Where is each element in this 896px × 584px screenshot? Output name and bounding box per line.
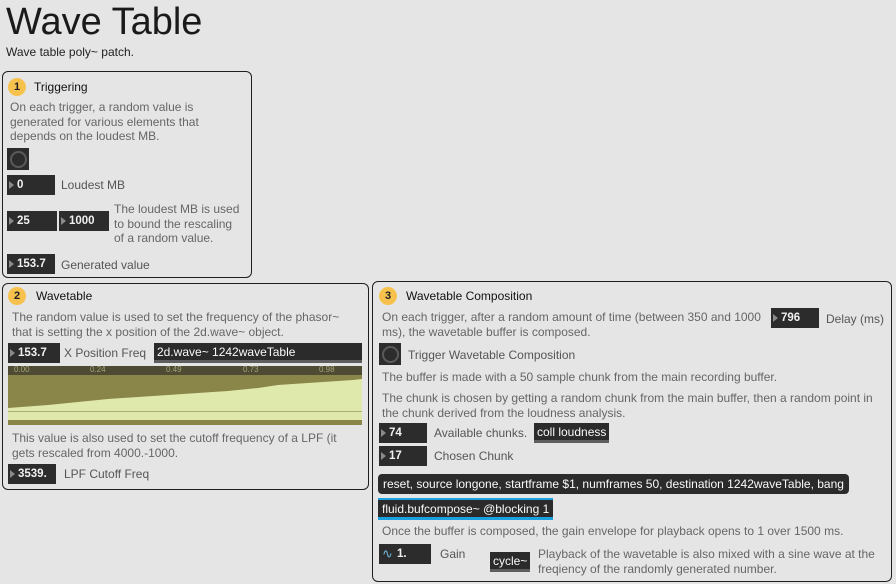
loudest-mb-number[interactable]: 0	[7, 175, 55, 195]
trigger-bang-button[interactable]	[7, 148, 29, 170]
delay-label: Delay (ms)	[826, 312, 885, 326]
panel-description: On each trigger, a random value is gener…	[10, 100, 199, 143]
waveform	[8, 379, 362, 420]
panel-title: Wavetable	[36, 289, 93, 303]
chunk-description: The chunk is chosen by getting a random …	[382, 391, 873, 420]
buffer-description: The buffer is made with a 50 sample chun…	[382, 370, 778, 384]
gain-description: Once the buffer is composed, the gain en…	[382, 524, 844, 538]
wave-object[interactable]: 2d.wave~ 1242waveTable	[154, 343, 362, 363]
x-position-freq-label: X Position Freq	[64, 346, 147, 360]
chosen-chunk-number[interactable]: 17	[379, 446, 427, 466]
wave-ruler	[8, 366, 362, 375]
panel-title: Wavetable Composition	[406, 289, 533, 303]
coll-loudness-object[interactable]: coll loudness	[534, 423, 610, 443]
wavetable-display[interactable]: 0.00 0.24 0.49 0.73 0.98	[8, 366, 362, 425]
cycle-description: Playback of the wavetable is also mixed …	[538, 547, 875, 576]
min-range-number[interactable]: 25	[7, 211, 57, 231]
bound-description: The loudest MB is used to bound the resc…	[114, 202, 240, 245]
ruler-tick-label: 0.00	[14, 366, 30, 374]
gain-label: Gain	[440, 547, 466, 561]
chosen-chunk-label: Chosen Chunk	[434, 449, 514, 463]
lpf-cutoff-number[interactable]: 3539.	[8, 464, 56, 484]
ruler-tick-label: 0.24	[90, 366, 106, 374]
loudest-mb-label: Loudest MB	[61, 178, 126, 192]
trigger-composition-label: Trigger Wavetable Composition	[408, 348, 576, 362]
step-badge: 2	[8, 287, 26, 305]
bufcompose-object[interactable]: fluid.bufcompose~ @blocking 1	[378, 498, 554, 520]
lpf-description: This value is also used to set the cutof…	[12, 431, 337, 460]
step-badge: 3	[379, 287, 397, 305]
signal-wave-icon: ∿	[382, 546, 393, 561]
ruler-tick-label: 0.49	[166, 366, 182, 374]
x-position-freq-number[interactable]: 153.7	[8, 343, 60, 363]
panel-description: The random value is used to set the freq…	[12, 310, 340, 339]
panel-wavetable: 2 Wavetable The random value is used to …	[2, 283, 369, 490]
panel-triggering: 1 Triggering On each trigger, a random v…	[2, 71, 252, 278]
max-range-number[interactable]: 1000	[59, 211, 109, 231]
available-chunks-number[interactable]: 74	[379, 423, 427, 443]
step-badge: 1	[8, 78, 26, 96]
panel-wavetable-composition: 3 Wavetable Composition On each trigger,…	[372, 281, 892, 582]
lpf-cutoff-label: LPF Cutoff Freq	[64, 467, 150, 481]
ruler-tick-label: 0.73	[243, 366, 259, 374]
ruler-tick-label: 0.98	[319, 366, 335, 374]
available-chunks-label: Available chunks.	[434, 426, 528, 440]
page-subtitle: Wave table poly~ patch.	[6, 45, 134, 59]
generated-value-number[interactable]: 153.7	[7, 254, 55, 274]
cycle-object[interactable]: cycle~	[490, 552, 531, 572]
panel-title: Triggering	[34, 80, 88, 94]
trigger-composition-bang[interactable]	[379, 343, 401, 365]
compose-message[interactable]: reset, source longone, startframe $1, nu…	[378, 474, 849, 494]
page-title: Wave Table	[6, 1, 203, 43]
generated-value-label: Generated value	[61, 258, 150, 272]
delay-number[interactable]: 796	[771, 308, 819, 328]
panel-description: On each trigger, after a random amount o…	[382, 310, 761, 339]
